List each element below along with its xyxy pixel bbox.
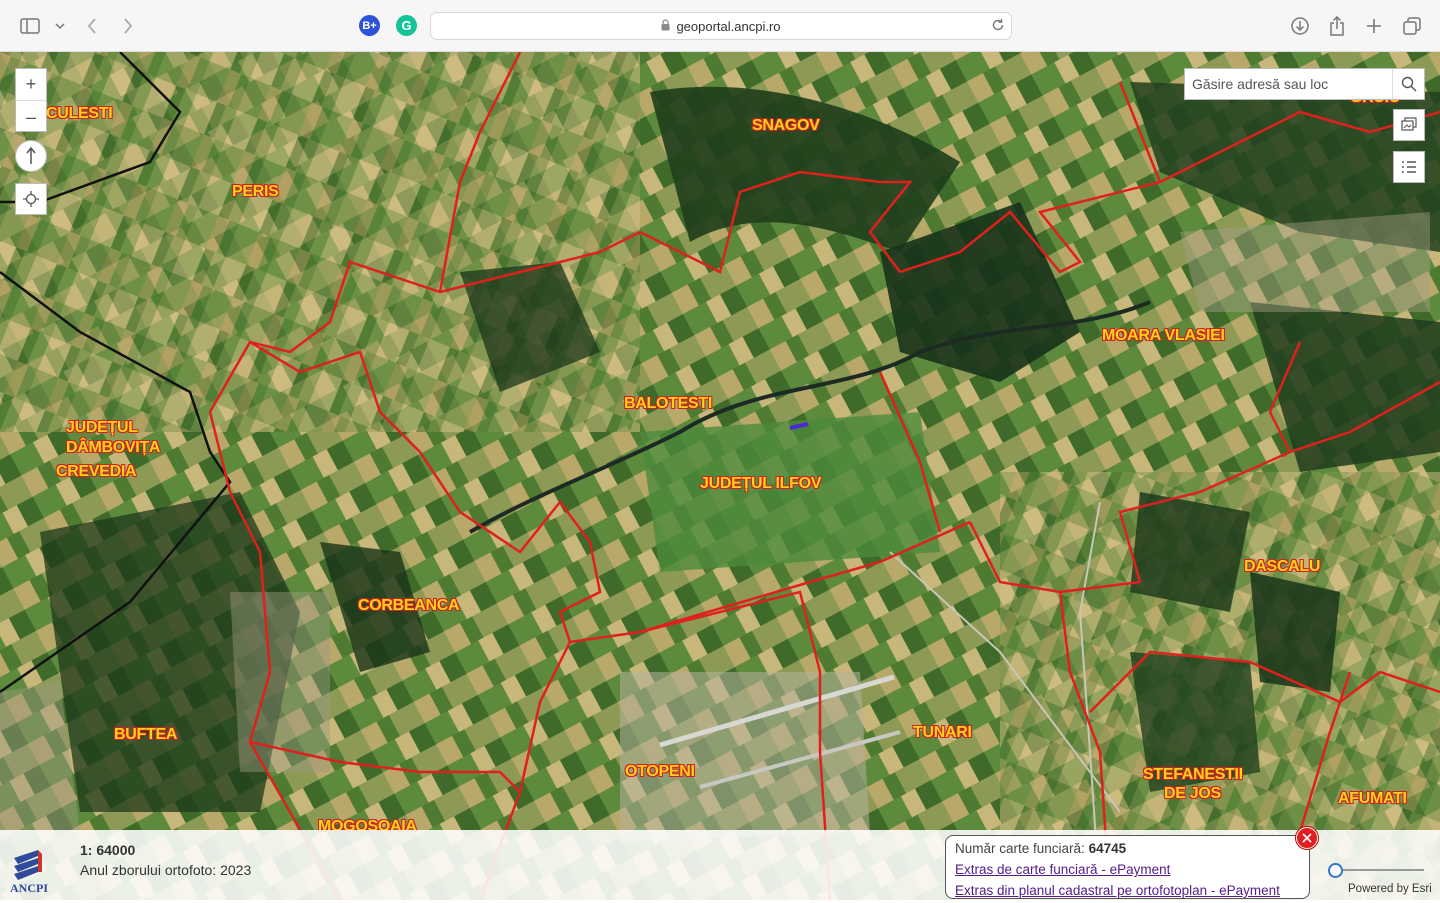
zoom-control: + –	[15, 68, 47, 132]
basemap-gallery-button[interactable]	[1393, 109, 1425, 141]
close-info-button[interactable]	[1296, 827, 1318, 849]
extract-plan-link[interactable]: Extras din planul cadastral pe ortofotop…	[955, 880, 1300, 901]
place-label-peris: PERIS	[232, 183, 279, 200]
north-arrow-icon	[26, 146, 36, 164]
place-label-dascalu: DASCALU	[1244, 558, 1321, 575]
place-label-judetul: JUDEȚUL	[66, 419, 138, 436]
url-text: geoportal.ancpi.ro	[676, 18, 781, 34]
locate-button[interactable]	[15, 183, 47, 215]
opacity-slider[interactable]	[1328, 860, 1424, 880]
cf-number-label: Număr carte funciară:	[955, 841, 1089, 856]
download-icon[interactable]	[1288, 14, 1312, 38]
sidebar-icon[interactable]	[18, 14, 42, 38]
place-label-culesti: CULESTI	[46, 105, 113, 122]
cadastral-info-box: Număr carte funciară: 64745 Extras de ca…	[945, 835, 1310, 899]
layer-list-button[interactable]	[1393, 151, 1425, 183]
place-label-de-jos: DE JOS	[1164, 785, 1221, 802]
place-label-balotesti: BALOTESTI	[624, 395, 712, 412]
crosshair-icon	[23, 191, 39, 207]
search-input[interactable]	[1185, 69, 1393, 99]
compass-button[interactable]	[15, 140, 47, 172]
tabs-icon[interactable]	[1400, 14, 1424, 38]
extract-cf-link[interactable]: Extras de carte funciară - ePayment	[955, 859, 1300, 880]
cf-number-value: 64745	[1088, 841, 1127, 856]
search-icon	[1401, 76, 1417, 92]
svg-text:ANCPI: ANCPI	[10, 881, 48, 895]
place-label-crevedia: CREVEDIA	[56, 463, 137, 480]
forward-icon[interactable]	[116, 14, 140, 38]
slider-track	[1334, 869, 1424, 871]
place-label-tunari: TUNARI	[913, 724, 972, 741]
bottom-info-panel: ANCPI 1: 64000 Anul zborului ortofoto: 2…	[0, 827, 1440, 900]
map-view[interactable]: CULESTI PERIS SNAGOV GRUIU MOARA VLASIEI…	[0, 52, 1440, 900]
list-icon	[1402, 161, 1416, 173]
place-label-moara-vlasiei: MOARA VLASIEI	[1102, 327, 1225, 344]
lock-icon	[661, 18, 670, 34]
place-label-snagov: SNAGOV	[752, 117, 820, 134]
powered-by-esri: Powered by Esri	[1348, 883, 1432, 895]
ortho-year: Anul zborului ortofoto: 2023	[80, 862, 252, 878]
place-label-afumati: AFUMATI	[1338, 790, 1407, 807]
url-bar[interactable]: geoportal.ancpi.ro	[430, 12, 1012, 40]
place-label-judetul-ilfov: JUDEȚUL ILFOV	[700, 475, 822, 492]
close-icon	[1302, 833, 1312, 843]
place-label-stefanestii: STEFANESTII	[1143, 766, 1243, 783]
share-icon[interactable]	[1325, 14, 1349, 38]
reload-icon[interactable]	[991, 18, 1005, 35]
slider-knob[interactable]	[1328, 863, 1343, 878]
zoom-in-button[interactable]: +	[16, 69, 46, 101]
address-search	[1184, 68, 1425, 100]
bookmark-extension-icon[interactable]: B+	[359, 15, 380, 36]
browser-toolbar: B+ G geoportal.ancpi.ro	[0, 0, 1440, 52]
place-label-otopeni: OTOPENI	[625, 763, 695, 780]
place-label-buftea: BUFTEA	[114, 726, 178, 743]
new-tab-icon[interactable]	[1362, 14, 1386, 38]
place-label-corbeanca: CORBEANCA	[358, 597, 460, 614]
ancpi-logo: ANCPI	[8, 848, 64, 898]
search-button[interactable]	[1392, 69, 1424, 99]
zoom-out-button[interactable]: –	[16, 101, 46, 133]
place-label-dambovita: DÂMBOVIȚA	[66, 439, 161, 456]
layers-gallery-icon	[1401, 117, 1417, 131]
grammarly-extension-icon[interactable]: G	[396, 15, 417, 36]
cf-number-row: Număr carte funciară: 64745	[955, 838, 1300, 859]
back-icon[interactable]	[80, 14, 104, 38]
map-scale: 1: 64000	[80, 842, 136, 858]
chevron-down-icon[interactable]	[48, 14, 72, 38]
